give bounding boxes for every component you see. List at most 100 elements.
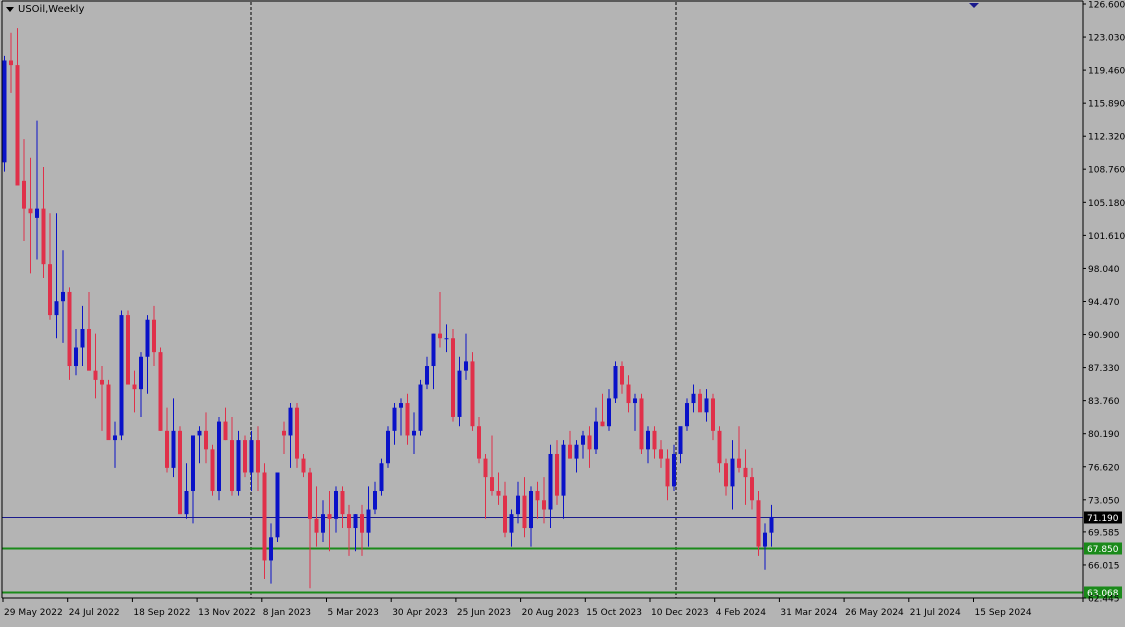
candle-body	[535, 491, 540, 501]
price-tick-label: 90.900	[1088, 331, 1120, 341]
candle-body	[483, 458, 488, 478]
candle-body	[301, 458, 306, 473]
candle	[236, 430, 241, 496]
candle	[386, 426, 390, 468]
time-tick-label: 10 Dec 2023	[651, 608, 709, 618]
support-level-label: 67.850	[1087, 545, 1119, 555]
time-tick-label: 13 Nov 2022	[198, 608, 256, 618]
time-tick-label: 18 Sep 2022	[133, 608, 190, 618]
candle	[613, 361, 618, 404]
candle-body	[28, 208, 33, 214]
candle-body	[620, 366, 624, 385]
candle	[243, 435, 247, 478]
chart-title-row[interactable]: USOil,Weekly	[6, 4, 84, 15]
time-tick-label: 30 Apr 2023	[392, 608, 448, 618]
time-tick-label: 29 May 2022	[4, 608, 63, 618]
candle-body	[249, 440, 254, 473]
candle-body	[737, 458, 741, 468]
candle-body	[626, 384, 631, 404]
candle-body	[126, 315, 130, 385]
candle-body	[405, 403, 410, 436]
candle-body	[106, 384, 111, 441]
candle-body	[451, 338, 455, 417]
candle	[275, 472, 280, 542]
candle-body	[685, 403, 689, 427]
candle-body	[243, 440, 247, 473]
price-tick-label: 105.180	[1088, 199, 1125, 209]
candle-body	[750, 477, 754, 501]
candle-body	[470, 361, 475, 427]
candle-body	[282, 430, 286, 436]
candle-body	[503, 495, 507, 533]
candle-body	[321, 514, 325, 533]
candle-body	[763, 532, 767, 547]
price-tick-label: 66.015	[1088, 561, 1120, 571]
candle-body	[74, 347, 78, 367]
candle-body	[659, 449, 663, 459]
candle-body	[464, 361, 468, 371]
candle-body	[509, 514, 514, 533]
dropdown-triangle-icon[interactable]	[6, 7, 14, 12]
current-level-label: 71.190	[1087, 514, 1119, 524]
candle-body	[327, 514, 332, 519]
candle-body	[15, 65, 20, 186]
candle-body	[22, 180, 26, 209]
candle-body	[444, 338, 449, 340]
candle-body	[139, 356, 143, 390]
candle-body	[438, 333, 442, 339]
candle-body	[555, 453, 559, 496]
candle-body	[158, 352, 163, 431]
chart-area[interactable]: 71.190 67.850 63.068 126.600 123.030 119.460…	[0, 0, 1125, 623]
price-tick-label: 62.445	[1088, 595, 1120, 605]
candle-body	[236, 440, 241, 492]
candle-body	[295, 407, 299, 459]
candle-body	[418, 384, 423, 431]
candle-body	[574, 444, 579, 459]
candle-body	[698, 393, 702, 413]
candle-body	[724, 463, 728, 487]
candle-body	[542, 500, 546, 510]
candle-body	[61, 291, 65, 302]
candle-body	[607, 398, 611, 427]
candle-body	[522, 495, 527, 529]
candle-body	[672, 453, 676, 487]
candle-body	[594, 421, 598, 450]
candle-body	[334, 491, 338, 519]
candle	[2, 55, 7, 172]
price-tick-label: 69.585	[1088, 528, 1120, 538]
candle-body	[691, 393, 696, 404]
candle-body	[678, 426, 683, 454]
price-tick-label: 108.760	[1088, 166, 1125, 176]
candle-body	[35, 208, 39, 218]
candle	[119, 310, 124, 441]
candle-body	[639, 398, 644, 450]
candle	[295, 403, 299, 468]
candle-body	[711, 398, 715, 431]
chart-title: USOil,Weekly	[18, 4, 85, 15]
candle-body	[392, 407, 397, 431]
candle-body	[490, 477, 494, 492]
candle-body	[347, 514, 351, 529]
candle	[178, 426, 182, 515]
time-tick-label: 4 Feb 2024	[716, 608, 767, 618]
candle-body	[288, 407, 293, 436]
candle-body	[704, 398, 709, 413]
candle-body	[613, 366, 618, 399]
price-tick-label: 76.620	[1088, 463, 1120, 473]
price-tick-label: 73.050	[1088, 496, 1120, 506]
time-tick-label: 15 Sep 2024	[975, 608, 1032, 618]
candle-body	[568, 444, 572, 459]
candle-body	[314, 518, 319, 533]
candle-body	[600, 421, 605, 427]
candle	[418, 379, 423, 436]
candle	[106, 379, 111, 441]
candle	[126, 310, 130, 385]
price-tick-label: 101.610	[1088, 232, 1125, 242]
price-tick-label: 112.320	[1088, 133, 1125, 143]
candle-body	[386, 430, 390, 464]
price-tick-label: 98.040	[1088, 265, 1120, 275]
candle-body	[184, 491, 189, 515]
candlestick-chart[interactable]: 71.19067.85063.068 126.600123.030119.460…	[0, 0, 1125, 623]
candle-body	[275, 472, 280, 538]
candle-body	[256, 440, 260, 473]
